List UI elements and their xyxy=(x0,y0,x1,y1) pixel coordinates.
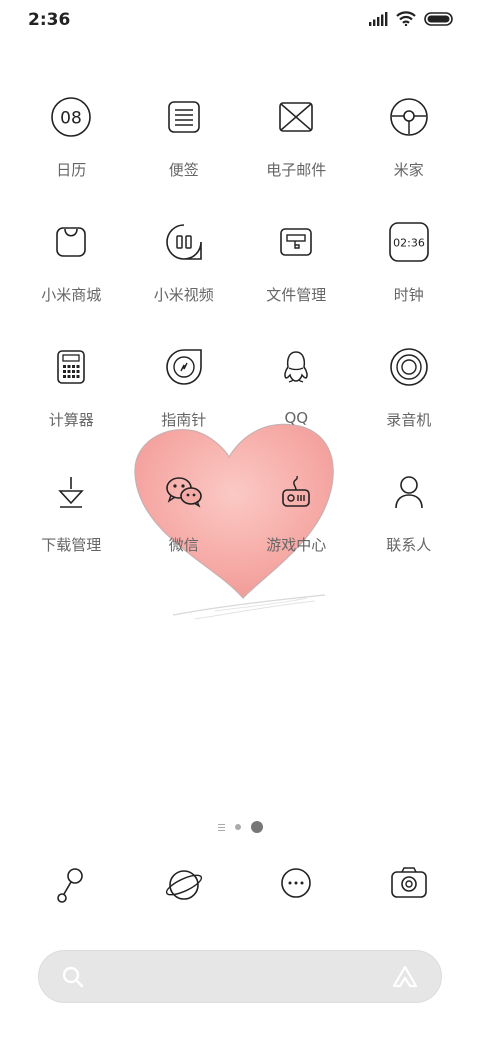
page-indicator xyxy=(0,821,480,833)
notes-icon xyxy=(167,101,200,133)
calculator-icon xyxy=(57,350,86,384)
dock-messages[interactable] xyxy=(240,866,353,904)
app-label: 米家 xyxy=(393,161,424,179)
dock xyxy=(15,866,465,904)
app-recorder[interactable]: 录音机 xyxy=(353,345,466,470)
calendar-date: 08 xyxy=(60,109,82,129)
clock-icon: 02:36 xyxy=(388,222,429,262)
app-mi-store[interactable]: 小米商城 xyxy=(15,220,128,345)
app-mijia[interactable]: 米家 xyxy=(353,95,466,220)
page-dot-current[interactable] xyxy=(250,821,263,833)
app-row: 下载管理 微信 游戏中心 联系人 xyxy=(15,470,465,595)
recorder-icon xyxy=(389,348,428,386)
app-label: 小米视频 xyxy=(153,286,214,304)
clock-time: 02:36 xyxy=(393,237,425,250)
app-downloads[interactable]: 下载管理 xyxy=(15,470,128,595)
game-radio-icon xyxy=(282,475,311,507)
mijia-icon xyxy=(389,98,428,136)
app-calendar[interactable]: 08 日历 xyxy=(15,95,128,220)
page-dot[interactable] xyxy=(234,824,241,830)
app-label: 下载管理 xyxy=(41,536,102,554)
search-icon[interactable] xyxy=(61,965,85,993)
dock-camera[interactable] xyxy=(353,866,466,904)
folder-icon xyxy=(280,228,313,256)
app-label: 文件管理 xyxy=(266,286,327,304)
store-bag-icon xyxy=(56,227,87,257)
voice-assistant-icon[interactable] xyxy=(391,964,419,994)
app-compass[interactable]: 指南针 xyxy=(128,345,241,470)
app-label: 录音机 xyxy=(386,411,432,429)
dock-browser[interactable] xyxy=(128,866,241,904)
video-icon xyxy=(165,224,202,260)
qq-penguin-icon xyxy=(284,351,309,383)
camera-icon xyxy=(390,867,427,898)
compass-icon xyxy=(165,349,202,385)
email-icon xyxy=(279,102,314,132)
app-mi-video[interactable]: 小米视频 xyxy=(128,220,241,345)
app-row: 计算器 指南针 QQ 录音机 xyxy=(15,345,465,470)
app-label: QQ xyxy=(284,409,309,427)
app-label: 指南针 xyxy=(161,411,207,429)
app-label: 时钟 xyxy=(393,286,424,304)
app-qq[interactable]: QQ xyxy=(240,345,353,470)
app-label: 便签 xyxy=(168,161,199,179)
dock-phone[interactable] xyxy=(15,866,128,904)
wifi-icon xyxy=(396,11,416,26)
app-label: 小米商城 xyxy=(41,286,102,304)
download-arrow-icon xyxy=(58,477,85,508)
app-clock[interactable]: 02:36 时钟 xyxy=(353,220,466,345)
app-label: 计算器 xyxy=(48,411,94,429)
messages-icon xyxy=(281,868,312,898)
browser-icon xyxy=(165,870,202,900)
app-row: 08 日历 便签 电子邮件 米家 xyxy=(15,95,465,220)
app-file-manager[interactable]: 文件管理 xyxy=(240,220,353,345)
app-label: 游戏中心 xyxy=(266,536,327,554)
app-contacts[interactable]: 联系人 xyxy=(353,470,466,595)
battery-icon xyxy=(424,11,453,26)
calendar-icon: 08 xyxy=(51,97,92,137)
search-bar[interactable] xyxy=(38,950,442,1003)
app-label: 联系人 xyxy=(386,536,432,554)
app-notes[interactable]: 便签 xyxy=(128,95,241,220)
app-label: 日历 xyxy=(56,161,87,179)
contact-person-icon xyxy=(394,476,423,509)
page-indicator-menu[interactable] xyxy=(217,823,225,831)
app-wechat[interactable]: 微信 xyxy=(128,470,241,595)
wechat-icon xyxy=(165,477,202,508)
app-row: 小米商城 小米视频 文件管理 02:36 时钟 xyxy=(15,220,465,345)
app-grid: 08 日历 便签 电子邮件 米家 小米商城 小米视频 文件管理 02:36 时钟… xyxy=(15,95,465,595)
app-email[interactable]: 电子邮件 xyxy=(240,95,353,220)
app-calculator[interactable]: 计算器 xyxy=(15,345,128,470)
app-label: 微信 xyxy=(168,536,199,554)
status-icons xyxy=(368,11,454,26)
app-game-center[interactable]: 游戏中心 xyxy=(240,470,353,595)
app-label: 电子邮件 xyxy=(266,161,327,179)
status-bar: 2:36 xyxy=(0,0,480,40)
status-time: 2:36 xyxy=(28,10,71,30)
signal-icon xyxy=(369,11,388,26)
phone-icon xyxy=(57,868,84,903)
